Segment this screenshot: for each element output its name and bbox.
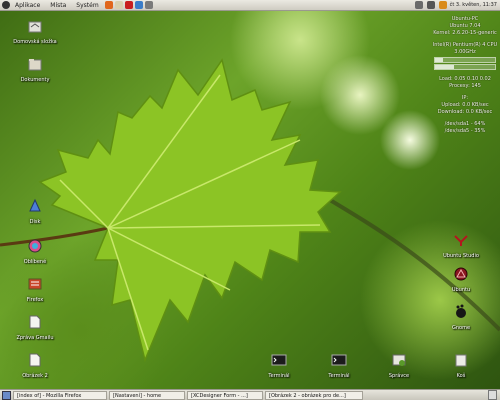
cpu-usage-bar xyxy=(434,57,496,63)
terminal-icon xyxy=(271,354,287,366)
maple-leaf-graphic xyxy=(0,58,500,363)
desktop-icon-favorites[interactable]: Oblíbené xyxy=(10,238,60,265)
system-monitor: Ubuntu-PC Ubuntu 7.04 Kernel: 2.6.20-15-… xyxy=(430,16,500,135)
desktop-icon-label: Obrázek 2 xyxy=(22,373,48,379)
ram-usage-fill xyxy=(435,65,455,69)
taskbar-button-home[interactable]: [Nastavení] - home xyxy=(109,390,185,400)
desktop-icon-ubuntu-studio[interactable]: Ubuntu Studio xyxy=(436,232,486,259)
desktop-icon-manager[interactable]: Správce xyxy=(374,352,424,379)
show-desktop-icon[interactable] xyxy=(2,390,11,400)
desktop-icon-label: Oblíbené xyxy=(23,259,47,265)
menu-applications[interactable]: Aplikace xyxy=(10,2,45,9)
cpu-usage-fill xyxy=(435,58,444,62)
desktop-icon-terminal-2[interactable]: Terminál xyxy=(314,352,364,379)
foot-menu-icon[interactable] xyxy=(2,1,10,9)
menu-system[interactable]: Systém xyxy=(71,2,103,9)
desktop-icon-label: Ubuntu xyxy=(451,287,471,293)
taskbar-button-image[interactable]: [Obrázek 2 - obrázek pro de...] xyxy=(265,390,363,400)
ram-usage-bar xyxy=(434,64,496,70)
os-version: Ubuntu 7.04 xyxy=(449,23,481,29)
ubuntu-logo-icon xyxy=(454,267,468,281)
desktop-icon-label: Koš xyxy=(456,373,466,379)
gnome-foot-icon xyxy=(456,304,466,318)
desktop-icon-label: Terminál xyxy=(268,373,290,379)
volume-icon[interactable] xyxy=(426,1,435,9)
desktop-icon-label: Dokumenty xyxy=(20,77,50,83)
hostname: Ubuntu-PC xyxy=(451,16,479,22)
desktop-icon-label: Domovská složka xyxy=(13,39,57,45)
desktop-icon-label: Firefox xyxy=(26,297,44,303)
desktop-icon-disk[interactable]: Disk xyxy=(10,198,60,225)
folder-icon xyxy=(28,59,42,71)
ubuntu-studio-logo-icon xyxy=(454,235,468,246)
network-shortcut-icon xyxy=(28,278,42,290)
desktop-icon-label: Ubuntu Studio xyxy=(443,253,479,259)
mail-launcher-icon[interactable] xyxy=(114,1,123,9)
desktop-icon-label: Zpráva Gmailu xyxy=(16,335,54,341)
color-wheel-icon xyxy=(28,239,42,253)
desktop-icon-label: Správce xyxy=(388,373,410,379)
update-icon[interactable] xyxy=(438,1,447,9)
upload-speed: Upload: 0.0 KB/sec xyxy=(441,102,489,108)
kernel-version: Kernel: 2.6.20-15-generic xyxy=(433,30,497,36)
desktop-icon-trash[interactable]: Koš xyxy=(436,352,486,379)
ip-address: IP: xyxy=(461,95,469,101)
desktop-icon-gnome[interactable]: Gnome xyxy=(436,304,486,331)
top-panel: Aplikace Místa Systém čt 3. květen, 11:3… xyxy=(0,0,500,11)
desktop-icon-label: Disk xyxy=(29,219,41,225)
menu-places[interactable]: Místa xyxy=(45,2,71,9)
cpu-model: Intel(R) Pentium(R) 4 CPU 3.00GHz xyxy=(432,42,498,55)
trash-icon xyxy=(455,354,467,367)
desktop-icon-ubuntu[interactable]: Ubuntu xyxy=(436,266,486,293)
editor-launcher-icon[interactable] xyxy=(144,1,153,9)
desktop-icon-label: Gnome xyxy=(451,325,471,331)
load-average: Load: 0.05 0.10 0.02 xyxy=(439,76,491,82)
home-folder-icon xyxy=(28,21,42,33)
taskbar-button-xcdesigner[interactable]: [XCDesigner Form - ...] xyxy=(187,390,263,400)
taskbar-button-firefox[interactable]: [index of] - Mozilla Firefox xyxy=(13,390,107,400)
desktop-icon-label: Terminál xyxy=(328,373,350,379)
desktop-icon-image[interactable]: Obrázek 2 xyxy=(10,352,60,379)
bottom-panel: [index of] - Mozilla Firefox [Nastavení]… xyxy=(0,389,500,400)
network-icon[interactable] xyxy=(414,1,423,9)
desktop-icon-firefox[interactable]: Firefox xyxy=(10,276,60,303)
document-icon xyxy=(29,353,41,367)
drive-icon xyxy=(29,198,41,212)
process-count: Procesy: 145 xyxy=(449,83,481,89)
document-icon xyxy=(29,315,41,329)
clock[interactable]: čt 3. květen, 11:37 xyxy=(450,2,497,8)
pdf-launcher-icon[interactable] xyxy=(124,1,133,9)
desktop-icon-documents[interactable]: Dokumenty xyxy=(10,56,60,83)
desktop-wallpaper xyxy=(0,0,500,400)
download-speed: Download: 0.0 KB/sec xyxy=(437,109,493,115)
system-tray: čt 3. květen, 11:37 xyxy=(414,1,500,9)
desktop-icon-terminal-1[interactable]: Terminál xyxy=(254,352,304,379)
firefox-launcher-icon[interactable] xyxy=(104,1,113,9)
settings-icon xyxy=(392,354,406,366)
trash-applet-icon[interactable] xyxy=(488,390,497,400)
terminal-icon xyxy=(331,354,347,366)
disk-usage-1: /dev/sda1 - 64% xyxy=(444,121,486,127)
chat-launcher-icon[interactable] xyxy=(134,1,143,9)
desktop-icon-gmail[interactable]: Zpráva Gmailu xyxy=(10,314,60,341)
disk-usage-2: /dev/sda5 - 35% xyxy=(444,128,486,134)
desktop-icon-home[interactable]: Domovská složka xyxy=(10,18,60,45)
